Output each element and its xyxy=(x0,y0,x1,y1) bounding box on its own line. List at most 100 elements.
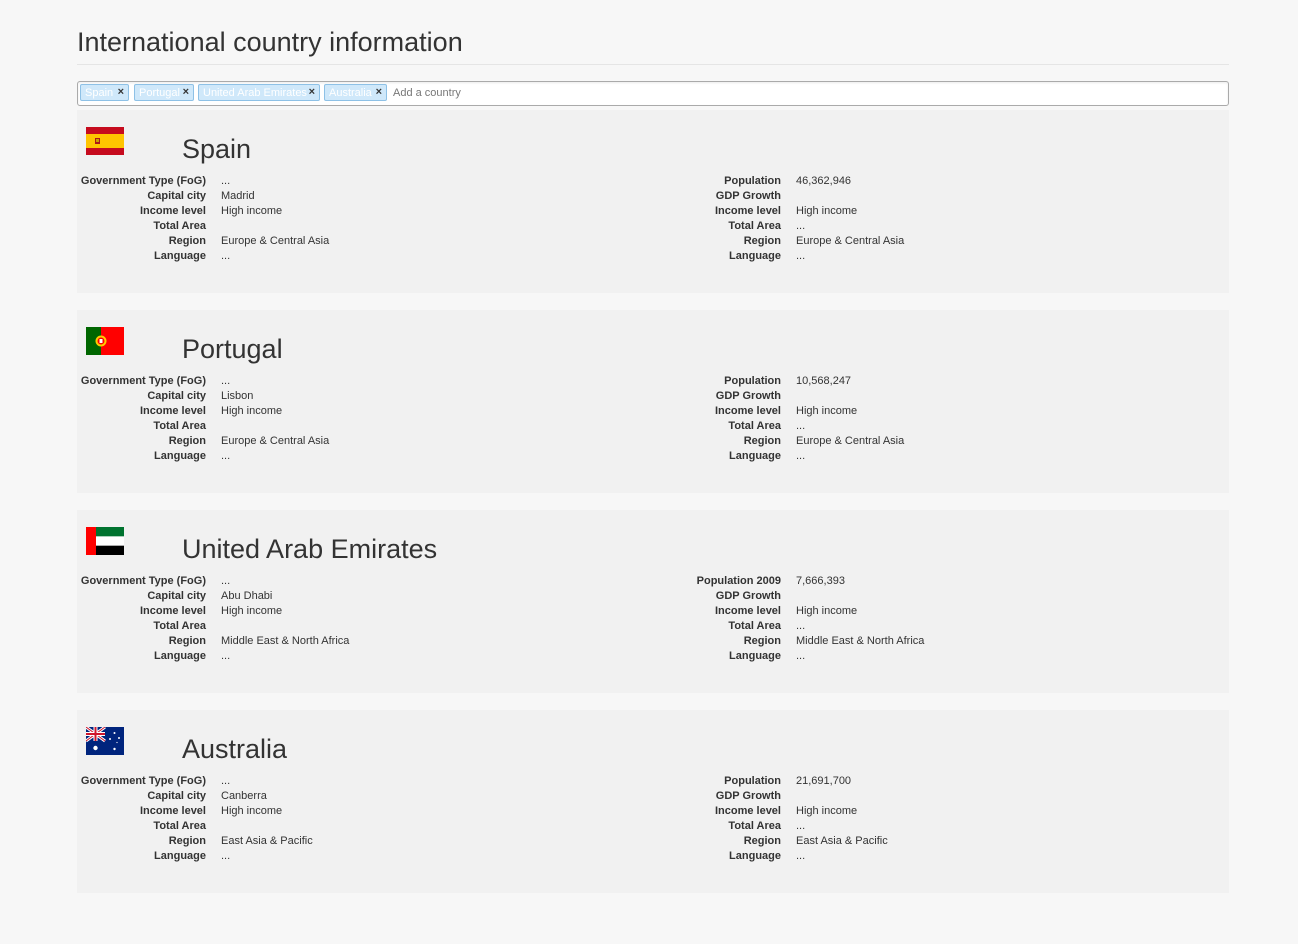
value-government-type: ... xyxy=(221,175,231,187)
value-population: 46,362,946 xyxy=(796,175,852,187)
label-total-area: Total Area xyxy=(728,820,781,832)
value-capital-city: Abu Dhabi xyxy=(221,590,273,602)
label-capital-city: Capital city xyxy=(147,590,206,602)
value-income-level: High income xyxy=(221,405,283,417)
label-government-type: Government Type (FoG) xyxy=(80,375,206,387)
label-population: Population xyxy=(724,175,781,187)
value-language: ... xyxy=(796,850,806,862)
value-region: Europe & Central Asia xyxy=(221,235,330,247)
country-name: United Arab Emirates xyxy=(182,534,438,564)
remove-tag-icon[interactable]: × xyxy=(309,86,315,99)
value-total-area: ... xyxy=(796,220,806,232)
remove-tag-icon[interactable]: × xyxy=(118,86,124,99)
value-language: ... xyxy=(221,450,231,462)
value-language: ... xyxy=(796,650,806,662)
label-capital-city: Capital city xyxy=(147,190,206,202)
label-gdp-growth: GDP Growth xyxy=(715,790,781,802)
label-gdp-growth: GDP Growth xyxy=(715,390,781,402)
label-total-area: Total Area xyxy=(728,420,781,432)
label-region: Region xyxy=(743,235,781,247)
country-tag-input[interactable]: Spain × Portugal × United Arab Emirates … xyxy=(77,81,1229,106)
label-gdp-growth: GDP Growth xyxy=(715,190,781,202)
value-income-level: High income xyxy=(796,405,858,417)
label-language: Language xyxy=(154,650,206,662)
value-income-level: High income xyxy=(796,205,858,217)
label-region: Region xyxy=(743,835,781,847)
spain-flag-icon xyxy=(86,127,124,155)
label-income-level: Income level xyxy=(714,205,781,217)
label-government-type: Government Type (FoG) xyxy=(80,775,206,787)
label-region: Region xyxy=(168,835,206,847)
label-total-area: Total Area xyxy=(153,620,206,632)
label-region: Region xyxy=(168,235,206,247)
value-capital-city: Lisbon xyxy=(221,390,254,402)
label-region: Region xyxy=(168,435,206,447)
label-language: Language xyxy=(729,450,781,462)
value-capital-city: Canberra xyxy=(221,790,267,802)
value-income-level: High income xyxy=(221,805,283,817)
label-government-type: Government Type (FoG) xyxy=(80,175,206,187)
title-divider xyxy=(77,64,1229,65)
tag-label: United Arab Emirates xyxy=(203,87,307,99)
tag-label: Australia xyxy=(329,87,372,99)
label-income-level: Income level xyxy=(714,405,781,417)
value-population: 7,666,393 xyxy=(796,575,845,587)
value-language: ... xyxy=(221,250,231,262)
value-government-type: ... xyxy=(221,575,231,587)
label-income-level: Income level xyxy=(139,605,206,617)
tag-portugal: Portugal × xyxy=(134,84,194,101)
remove-tag-icon[interactable]: × xyxy=(183,86,189,99)
country-card-australia: Australia Government Type (FoG)... Capit… xyxy=(77,710,1229,893)
value-region: Europe & Central Asia xyxy=(796,235,905,247)
value-capital-city: Madrid xyxy=(221,190,255,202)
value-region: Europe & Central Asia xyxy=(221,435,330,447)
label-region: Region xyxy=(743,635,781,647)
page-title: International country information xyxy=(77,27,463,57)
label-population: Population xyxy=(724,375,781,387)
label-total-area: Total Area xyxy=(153,220,206,232)
label-language: Language xyxy=(154,250,206,262)
label-region: Region xyxy=(743,435,781,447)
tag-spain: Spain × xyxy=(80,84,129,101)
value-language: ... xyxy=(221,650,231,662)
label-total-area: Total Area xyxy=(153,420,206,432)
label-capital-city: Capital city xyxy=(147,390,206,402)
label-total-area: Total Area xyxy=(728,220,781,232)
value-income-level: High income xyxy=(796,805,858,817)
tag-united-arab-emirates: United Arab Emirates × xyxy=(198,84,320,101)
value-income-level: High income xyxy=(796,605,858,617)
value-region: East Asia & Pacific xyxy=(221,835,313,847)
label-total-area: Total Area xyxy=(728,620,781,632)
value-language: ... xyxy=(796,250,806,262)
label-language: Language xyxy=(154,450,206,462)
value-government-type: ... xyxy=(221,775,231,787)
add-country-input[interactable] xyxy=(388,85,1218,101)
value-population: 10,568,247 xyxy=(796,375,852,387)
label-government-type: Government Type (FoG) xyxy=(80,575,206,587)
remove-tag-icon[interactable]: × xyxy=(376,86,382,99)
country-card-spain: Spain Government Type (FoG)... Capital c… xyxy=(77,110,1229,293)
tag-label: Spain xyxy=(85,87,114,99)
country-card-united-arab-emirates: United Arab Emirates Government Type (Fo… xyxy=(77,510,1229,693)
label-language: Language xyxy=(729,250,781,262)
value-language: ... xyxy=(796,450,806,462)
portugal-flag-icon xyxy=(86,327,124,355)
value-region: East Asia & Pacific xyxy=(796,835,888,847)
country-name: Portugal xyxy=(182,334,283,364)
value-income-level: High income xyxy=(221,605,283,617)
value-total-area: ... xyxy=(796,420,806,432)
label-income-level: Income level xyxy=(139,405,206,417)
label-language: Language xyxy=(154,850,206,862)
country-name: Spain xyxy=(182,134,252,164)
value-government-type: ... xyxy=(221,375,231,387)
label-capital-city: Capital city xyxy=(147,790,206,802)
label-region: Region xyxy=(168,635,206,647)
tag-australia: Australia × xyxy=(324,84,387,101)
label-population: Population 2009 xyxy=(696,575,781,587)
label-income-level: Income level xyxy=(139,805,206,817)
value-population: 21,691,700 xyxy=(796,775,852,787)
country-name: Australia xyxy=(182,734,288,764)
australia-flag-icon xyxy=(86,727,124,755)
uae-flag-icon xyxy=(86,527,124,555)
country-card-portugal: Portugal Government Type (FoG)... Capita… xyxy=(77,310,1229,493)
